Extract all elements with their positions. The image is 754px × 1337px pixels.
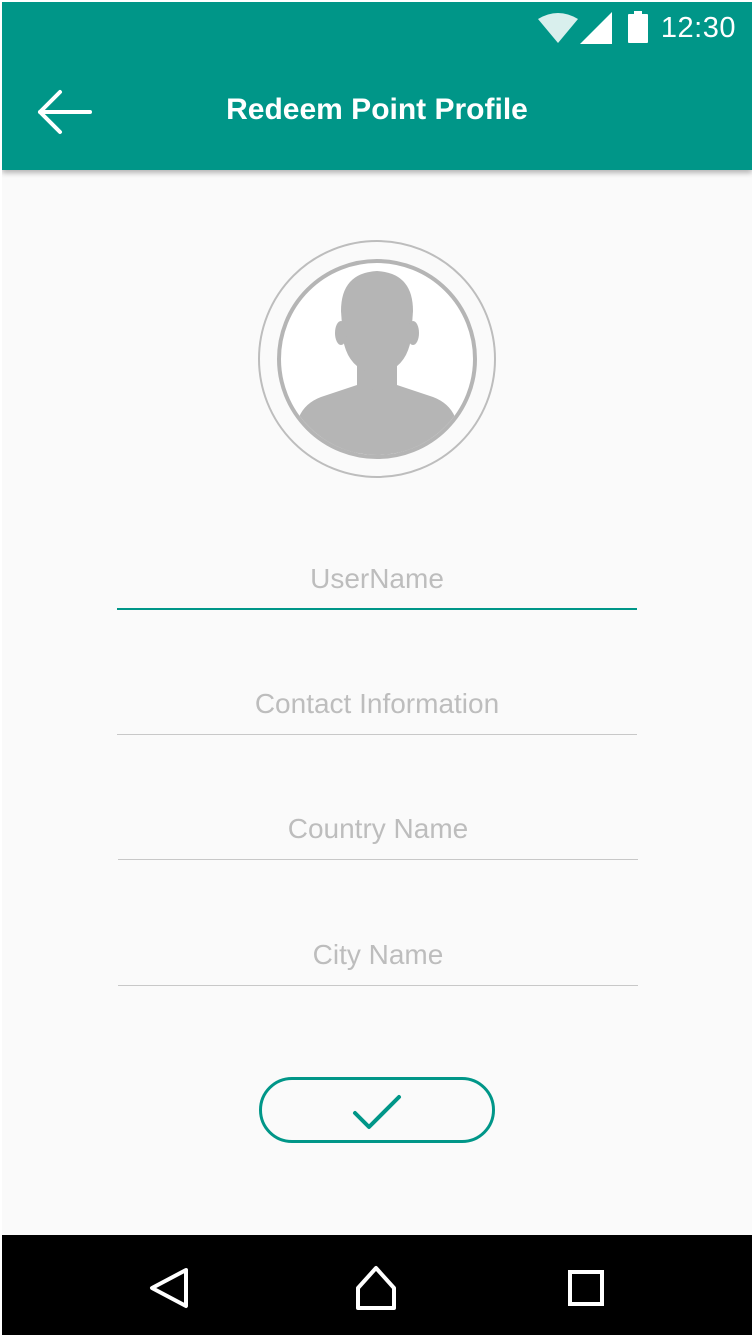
battery-icon bbox=[628, 11, 648, 43]
contact-underline bbox=[117, 734, 637, 735]
status-time: 12:30 bbox=[660, 12, 736, 44]
checkmark-icon bbox=[353, 1095, 401, 1129]
nav-recents-button[interactable] bbox=[558, 1260, 614, 1316]
home-icon bbox=[356, 1266, 396, 1310]
status-bar: 12:30 bbox=[2, 2, 752, 54]
country-underline bbox=[118, 859, 638, 860]
city-input[interactable] bbox=[118, 926, 638, 984]
app-bar: 12:30 Redeem Point Profile bbox=[2, 2, 752, 170]
profile-avatar[interactable] bbox=[257, 239, 497, 479]
system-nav-bar bbox=[2, 1235, 752, 1335]
username-field[interactable] bbox=[117, 550, 637, 610]
page-title: Redeem Point Profile bbox=[226, 93, 528, 126]
signal-icon bbox=[580, 12, 612, 44]
username-input[interactable] bbox=[117, 550, 637, 608]
person-silhouette-icon bbox=[258, 240, 496, 478]
app-screen: 12:30 Redeem Point Profile bbox=[2, 2, 752, 1335]
country-input[interactable] bbox=[118, 800, 638, 858]
city-field[interactable] bbox=[118, 926, 638, 986]
recents-square-icon bbox=[568, 1270, 604, 1306]
wifi-icon bbox=[538, 13, 578, 43]
nav-home-button[interactable] bbox=[348, 1260, 404, 1316]
nav-back-button[interactable] bbox=[142, 1260, 198, 1316]
back-triangle-icon bbox=[150, 1268, 188, 1308]
username-underline bbox=[117, 608, 637, 610]
submit-button[interactable] bbox=[259, 1077, 495, 1143]
contact-input[interactable] bbox=[117, 675, 637, 733]
contact-field[interactable] bbox=[117, 675, 637, 735]
country-field[interactable] bbox=[118, 800, 638, 860]
city-underline bbox=[118, 985, 638, 986]
